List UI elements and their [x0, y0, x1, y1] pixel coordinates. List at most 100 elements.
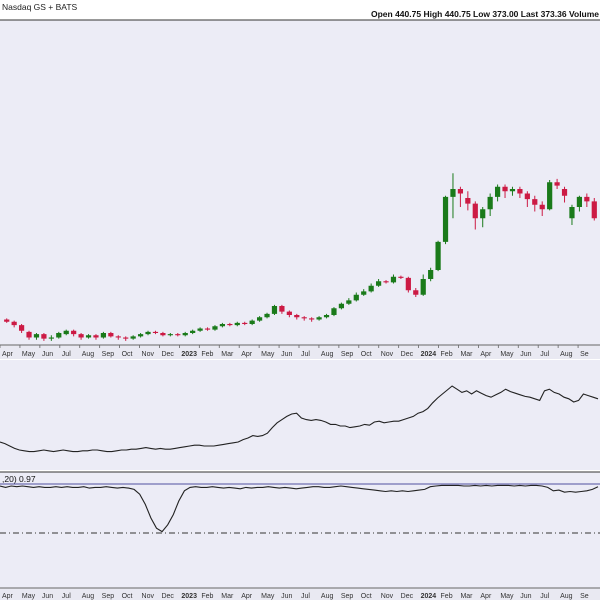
candle-body	[286, 311, 292, 315]
candle-body	[279, 306, 285, 312]
month-tick-label: Jun	[42, 351, 53, 358]
candle-body	[375, 281, 382, 286]
candle-body	[457, 189, 464, 194]
bottom-month-tick-label: Apr	[2, 593, 14, 600]
month-tick-label: Dec	[401, 351, 414, 358]
candle-body	[472, 203, 478, 219]
candle-body	[33, 334, 40, 338]
indicator1-pane	[0, 360, 600, 470]
month-tick-label: Se	[580, 351, 589, 358]
candle-body	[197, 328, 203, 331]
candle-body	[85, 335, 92, 338]
candle-body	[48, 337, 54, 339]
candle-body	[234, 322, 240, 326]
candle-body	[137, 334, 144, 337]
month-tick-label: Oct	[361, 351, 372, 358]
candle-body	[294, 315, 300, 318]
candle-body	[219, 324, 226, 327]
candle-body	[100, 333, 107, 338]
candle-body	[428, 270, 434, 279]
bottom-month-tick-label: May	[22, 593, 36, 600]
candle-body	[487, 196, 493, 210]
month-tick-label: Sep	[102, 351, 115, 358]
month-tick-label: Jul	[301, 351, 310, 358]
chart-canvas: Nasdaq GS + BATS Open 440.75 High 440.75…	[0, 0, 600, 600]
candle-body	[204, 328, 211, 330]
month-tick-label: Feb	[441, 351, 453, 358]
bottom-month-tick-label: Sep	[341, 593, 354, 600]
ohlc-readout: Open 440.75 High 440.75 Low 373.00 Last …	[371, 9, 600, 19]
candle-body	[450, 189, 456, 197]
candle-body	[152, 331, 159, 333]
bottom-month-axis: Apr May Jun Jul Aug Sep Oct Nov Dec 2023 Feb Mar Apr…	[0, 587, 600, 600]
candle-body	[182, 333, 188, 336]
candle-body	[4, 319, 10, 322]
month-tick-label: Nov	[142, 351, 155, 358]
candle-body	[301, 317, 307, 319]
candle-body	[465, 198, 471, 204]
candle-body	[227, 324, 233, 326]
bottom-month-tick-label: Dec	[401, 593, 414, 600]
candle-body	[383, 281, 389, 283]
month-tick-label: 2024	[421, 351, 437, 358]
candle-body	[576, 196, 583, 207]
bottom-month-tick-label: Dec	[161, 593, 174, 600]
candle-body	[517, 189, 523, 194]
candle-body	[435, 241, 441, 270]
month-tick-label: Apr	[241, 351, 253, 358]
bottom-month-tick-label: Se	[580, 593, 589, 600]
candle-body	[338, 303, 345, 309]
month-tick-label: Dec	[161, 351, 174, 358]
candle-body	[93, 335, 99, 338]
indicator2-bg	[0, 472, 600, 588]
candle-body	[353, 294, 359, 301]
candle-body	[584, 196, 590, 202]
candle-body	[108, 333, 114, 337]
candle-body	[420, 279, 426, 295]
month-tick-label: Jun	[520, 351, 531, 358]
month-tick-label: Nov	[381, 351, 394, 358]
candle-body	[331, 308, 337, 315]
candle-body	[26, 331, 32, 338]
month-tick-label: May	[500, 351, 514, 358]
indicator1-bg	[0, 360, 600, 470]
candle-body	[130, 336, 136, 339]
candle-body	[256, 317, 263, 321]
bottom-month-tick-label: 2023	[181, 593, 197, 600]
candle-body	[390, 276, 397, 283]
month-tick-label: Apr	[2, 351, 14, 358]
bottom-month-tick-label: Oct	[361, 593, 372, 600]
candle-body	[145, 331, 151, 335]
month-tick-label: Mar	[460, 351, 473, 358]
candle-body	[56, 333, 62, 338]
month-axis: Apr May Jun Jul Aug Sep Oct Nov Dec 2023 Feb Mar Apr…	[0, 344, 600, 359]
price-pane	[0, 19, 600, 345]
candle-body	[405, 277, 411, 291]
candle-body	[242, 322, 248, 324]
candle-body	[249, 320, 255, 324]
bottom-month-tick-label: May	[500, 593, 514, 600]
month-tick-label: Jun	[281, 351, 292, 358]
candle-body	[480, 209, 486, 219]
candle-body	[368, 285, 374, 292]
month-tick-label: May	[22, 351, 36, 358]
bottom-month-tick-label: Apr	[241, 593, 253, 600]
candle-body	[413, 290, 419, 295]
candle-body	[115, 336, 121, 338]
bottom-month-tick-label: Jul	[540, 593, 549, 600]
candle-body	[569, 207, 575, 219]
candle-body	[123, 337, 129, 339]
candle-body	[554, 182, 560, 186]
candle-body	[502, 186, 508, 192]
bottom-month-tick-label: Sep	[102, 593, 115, 600]
candle-body	[323, 315, 330, 318]
bottom-month-tick-label: Nov	[142, 593, 155, 600]
month-tick-label: Sep	[341, 351, 354, 358]
candle-body	[547, 182, 553, 210]
bottom-month-tick-label: Nov	[381, 593, 394, 600]
chart-window: Nasdaq GS + BATS Open 440.75 High 440.75…	[0, 0, 600, 600]
candle-body	[78, 334, 84, 338]
candle-body	[18, 325, 25, 331]
indicator2-pane	[0, 471, 600, 588]
candle-body	[309, 318, 315, 320]
